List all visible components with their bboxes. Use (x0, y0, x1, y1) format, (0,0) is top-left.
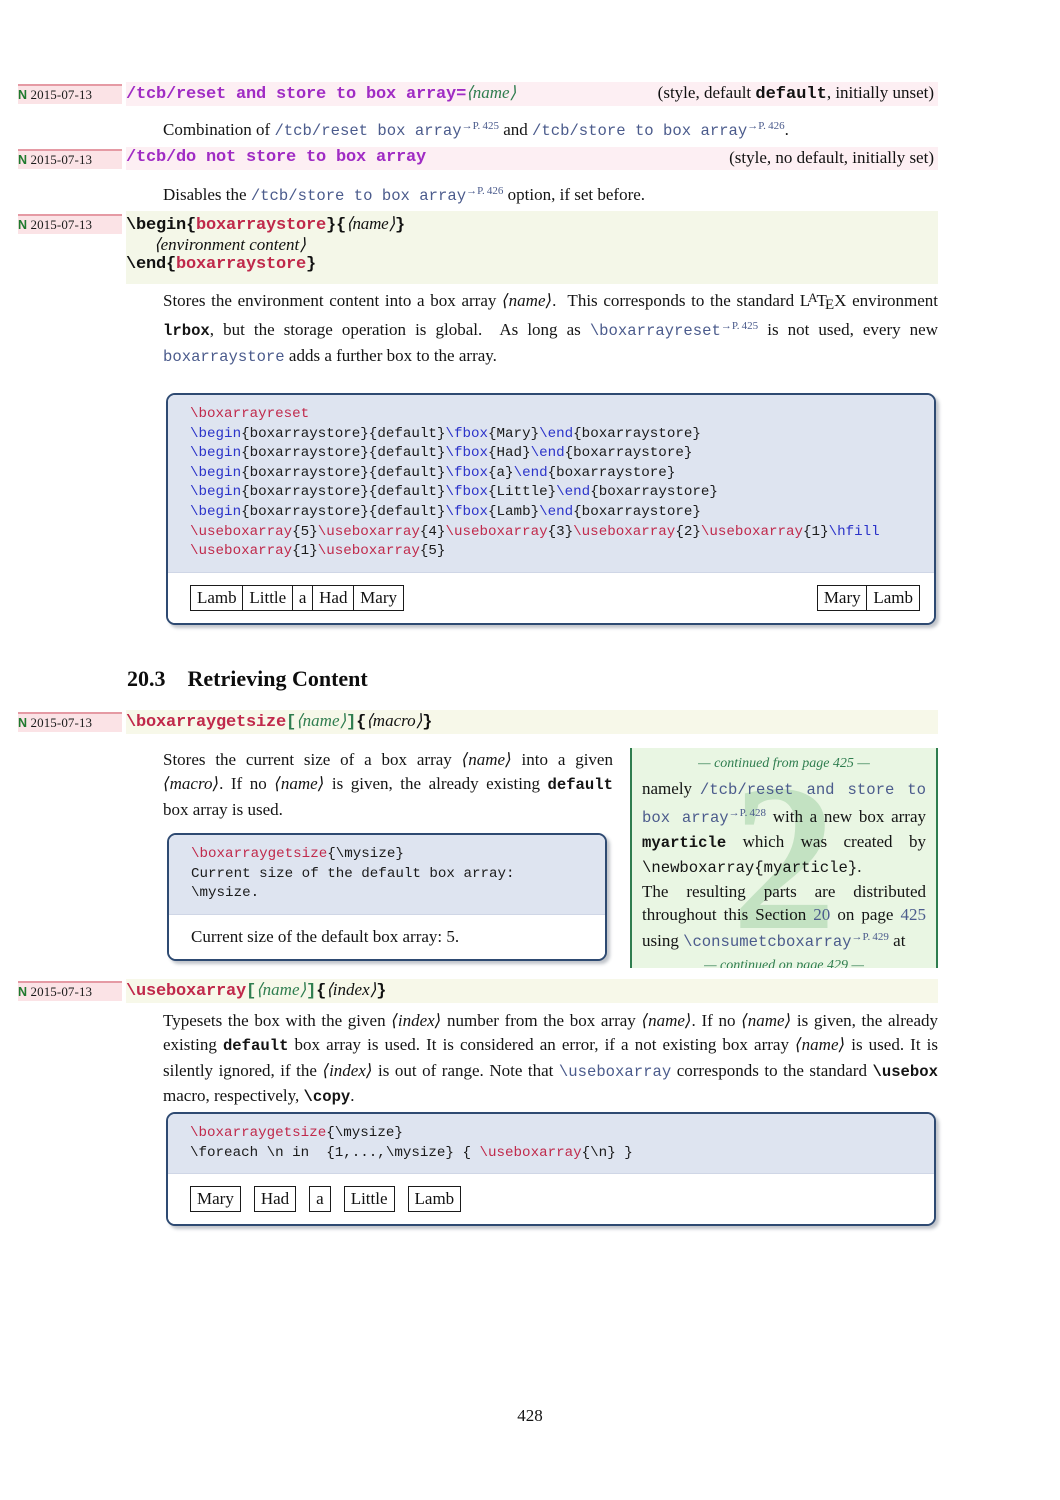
option-definition-row: (style, default default, initially unset… (126, 82, 938, 106)
changelog-badge: N 2015-07-13 (18, 84, 122, 104)
macro-useboxarray-description: Typesets the box with the given ⟨index⟩ … (163, 1011, 938, 1106)
option-argument: ⟨name⟩ (466, 83, 517, 102)
example-code: \boxarraygetsize{\mysize} Current size o… (169, 835, 605, 914)
example-box-useboxarray: \boxarraygetsize{\mysize} \foreach \n in… (166, 1112, 936, 1227)
fbox-item: Mary (190, 1186, 241, 1213)
continued-sidebox: 2 — continued from page 425 — namely /tc… (630, 748, 938, 968)
changelog-flag: N (18, 985, 28, 999)
option-key: /tcb/do not store to box array (126, 148, 427, 167)
example-output: Lamb Little a Had Mary Mary Lamb (168, 572, 934, 623)
changelog-date: 2015-07-13 (30, 715, 93, 730)
option-definition-row: (style, no default, initially set) /tcb/… (126, 147, 938, 170)
fbox-item: Little (343, 1186, 395, 1213)
fbox-item: Mary (816, 584, 868, 611)
environment-content-line: ⟨environment content⟩ (154, 235, 306, 254)
changelog-flag: N (18, 88, 28, 102)
example-output: Current size of the default box array: 5… (169, 914, 605, 959)
option-meta: (style, no default, initially set) (729, 148, 934, 167)
environment-begin-line: \begin{boxarraystore}{⟨name⟩} (126, 214, 405, 235)
section-heading: 20.3 Retrieving Content (127, 666, 368, 692)
fbox-item: Mary (353, 584, 404, 611)
option-0-description: Combination of /tcb/reset box array→P. 4… (163, 120, 789, 141)
continued-from-label: — continued from page 425 — (698, 756, 870, 771)
environment-description: Stores the environment content into a bo… (163, 290, 938, 366)
macro-definition-row: \boxarraygetsize[⟨name⟩]{⟨macro⟩} (126, 710, 938, 734)
fbox-item: a (291, 584, 314, 611)
fbox-result-row: Mary Had a Little Lamb (190, 1186, 920, 1213)
document-page: N 2015-07-13 (style, default default, in… (0, 0, 1060, 1500)
example-output: Mary Had a Little Lamb (168, 1174, 934, 1225)
example-box-getsize: \boxarraygetsize{\mysize} Current size o… (167, 833, 607, 961)
fbox-item: Had (312, 584, 355, 611)
environment-end-line: \end{boxarraystore} (126, 255, 317, 274)
option-key: /tcb/reset and store to box array (126, 85, 457, 104)
changelog-date: 2015-07-13 (30, 217, 93, 232)
macro-name: \boxarraygetsize (126, 713, 287, 732)
example-box-boxarraystore: \boxarrayreset \begin{boxarraystore}{def… (166, 393, 936, 625)
macro-getsize-description: Stores the current size of a box array ⟨… (163, 750, 613, 819)
option-1-description: Disables the /tcb/store to box array→P. … (163, 185, 646, 206)
fbox-item: Lamb (190, 584, 244, 611)
changelog-date: 2015-07-13 (30, 152, 93, 167)
changelog-date: 2015-07-13 (30, 984, 93, 999)
example-code: \boxarraygetsize{\mysize} \foreach \n in… (168, 1114, 934, 1174)
getsize-result-text: Current size of the default box array: 5… (191, 926, 460, 946)
option-meta: (style, default default, initially unset… (657, 83, 934, 104)
continued-body: namely /tcb/reset and store to box array… (642, 779, 926, 952)
example-code: \boxarrayreset \begin{boxarraystore}{def… (168, 395, 934, 572)
section-number: 20.3 (127, 666, 166, 691)
changelog-date: 2015-07-13 (30, 87, 93, 102)
continued-on-label: — continued on page 429 — (704, 958, 864, 968)
fbox-item: Little (242, 584, 294, 611)
changelog-badge: N 2015-07-13 (18, 149, 122, 169)
fbox-item: a (309, 1186, 331, 1213)
fbox-item: Had (253, 1186, 297, 1213)
section-title: Retrieving Content (187, 666, 368, 691)
changelog-badge: N 2015-07-13 (18, 981, 122, 1001)
changelog-flag: N (18, 218, 28, 232)
fbox-item: Lamb (866, 584, 920, 611)
changelog-badge: N 2015-07-13 (18, 214, 122, 234)
page-number: 428 (517, 1406, 543, 1425)
changelog-flag: N (18, 153, 28, 167)
macro-name: \useboxarray (126, 982, 247, 1001)
fbox-item: Lamb (407, 1186, 462, 1213)
fbox-result-row: Lamb Little a Had Mary Mary Lamb (190, 584, 920, 611)
changelog-flag: N (18, 716, 28, 730)
macro-definition-row: \useboxarray[⟨name⟩]{⟨index⟩} (126, 979, 938, 1003)
environment-definition-row: \begin{boxarraystore}{⟨name⟩} ⟨environme… (126, 211, 938, 284)
changelog-badge: N 2015-07-13 (18, 712, 122, 732)
